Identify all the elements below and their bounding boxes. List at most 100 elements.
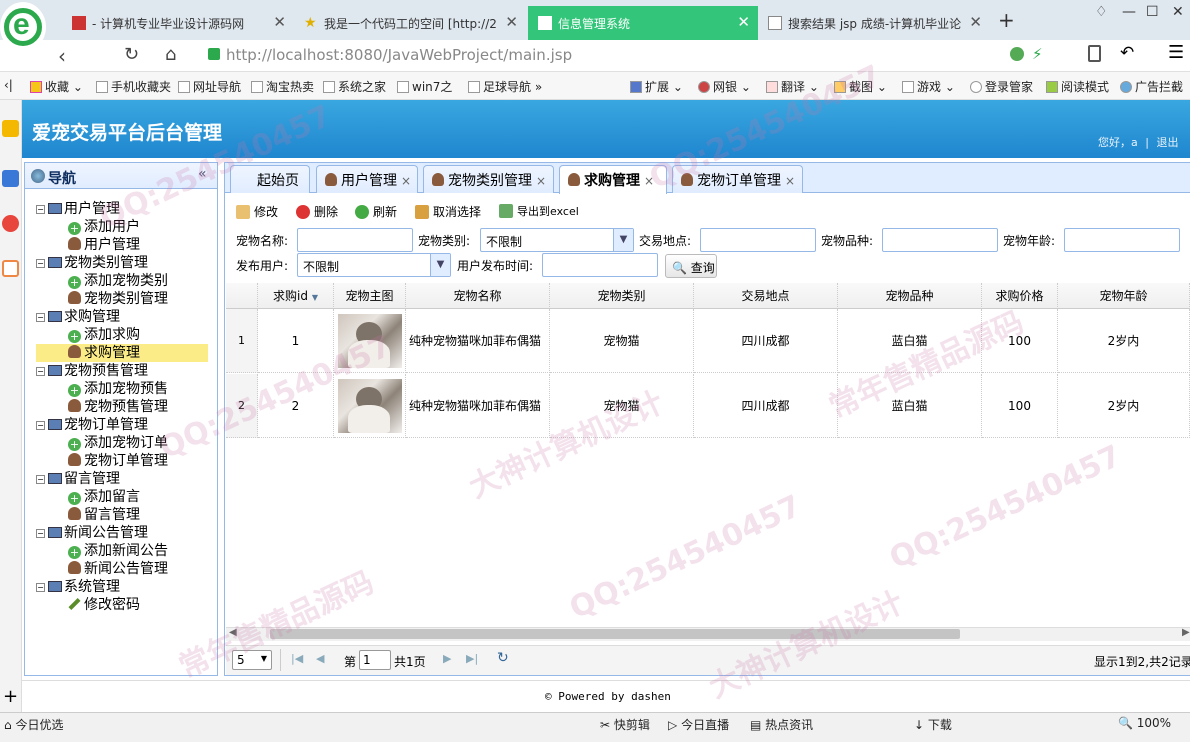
lightning-icon[interactable]: ⚡ [1032, 45, 1043, 63]
home-icon[interactable]: ⌂ [165, 44, 176, 65]
nav-item[interactable]: + 添加用户 [36, 218, 208, 236]
nav-item[interactable]: + 添加宠物预售 [36, 380, 208, 398]
tool-login-manager[interactable]: 登录管家 [970, 78, 1033, 95]
breed-input[interactable] [882, 228, 998, 252]
pet-name-input[interactable] [297, 228, 413, 252]
bookmark-taobao[interactable]: 淘宝热卖 [251, 78, 314, 95]
tool-bank[interactable]: 网银 ⌄ [698, 78, 751, 95]
new-tab-button[interactable]: + [998, 8, 1015, 32]
prev-page-icon[interactable]: ◀ [316, 652, 324, 665]
next-page-icon[interactable]: ▶ [443, 652, 451, 665]
bookmark-mobile[interactable]: 手机收藏夹 [96, 78, 171, 95]
tab-purchase-management[interactable]: 求购管理 × [559, 165, 667, 194]
status-today-picks[interactable]: ⌂ 今日优选 [4, 716, 63, 733]
browser-tab-active[interactable]: 信息管理系统 ✕ [528, 6, 758, 40]
nav-group[interactable]: − 宠物订单管理 [36, 416, 208, 434]
nav-item[interactable]: + 添加求购 [36, 326, 208, 344]
nav-item[interactable]: + 添加宠物订单 [36, 434, 208, 452]
tool-games[interactable]: 游戏 ⌄ [902, 78, 955, 95]
status-news[interactable]: ▤ 热点资讯 [750, 716, 813, 733]
tab-pet-order-management[interactable]: 宠物订单管理 × [672, 165, 803, 193]
nav-item[interactable]: + 添加新闻公告 [36, 542, 208, 560]
refresh-button[interactable]: 刷新 [355, 203, 397, 220]
nav-group[interactable]: − 系统管理 [36, 578, 208, 596]
status-download[interactable]: ↓ 下载 [914, 716, 952, 733]
nav-item[interactable]: 求购管理 [36, 344, 208, 362]
scroll-left-icon[interactable]: ◀ [229, 627, 237, 638]
tab-pet-class-management[interactable]: 宠物类别管理 × [423, 165, 554, 193]
browser-tab-4[interactable]: 搜索结果 jsp 成绩-计算机毕业论 ✕ [758, 6, 990, 40]
menu-icon[interactable]: ☰ [1168, 42, 1184, 63]
delete-button[interactable]: 删除 [296, 203, 338, 220]
column-header-class[interactable]: 宠物类别 [550, 283, 694, 309]
close-tab-icon[interactable]: ✕ [969, 13, 982, 31]
place-input[interactable] [700, 228, 816, 252]
extension-icon[interactable] [1010, 47, 1024, 61]
bookmark-favorites[interactable]: 收藏 ⌄ [30, 78, 83, 95]
logout-link[interactable]: 退出 [1156, 136, 1178, 149]
close-tab-icon[interactable]: × [536, 174, 546, 188]
user-select[interactable]: 不限制 ▼ [297, 253, 451, 277]
close-tab-icon[interactable]: ✕ [273, 13, 286, 31]
tool-screenshot[interactable]: 截图 ⌄ [834, 78, 887, 95]
nav-item[interactable]: 宠物预售管理 [36, 398, 208, 416]
close-window-button[interactable]: ✕ [1172, 4, 1184, 20]
bookmark-xitong[interactable]: 系统之家 [323, 78, 386, 95]
scrollbar-thumb[interactable] [270, 629, 960, 639]
pet-class-select[interactable]: 不限制 ▼ [480, 228, 634, 252]
status-zoom[interactable]: 🔍 100% [1118, 716, 1171, 730]
query-button[interactable]: 🔍 查询 [665, 254, 717, 278]
list-icon[interactable] [2, 170, 19, 187]
collapse-toggle-icon[interactable]: − [36, 259, 45, 268]
column-header-breed[interactable]: 宠物品种 [838, 283, 982, 309]
close-tab-icon[interactable]: × [644, 174, 654, 188]
tab-start-page[interactable]: 起始页 [230, 165, 310, 193]
tool-adblock[interactable]: 广告拦截 [1120, 78, 1183, 95]
nav-item[interactable]: + 添加留言 [36, 488, 208, 506]
bookmarks-left-arrow[interactable]: ‹| [4, 78, 13, 92]
tab-user-management[interactable]: 用户管理 × [316, 165, 418, 193]
collapse-toggle-icon[interactable]: − [36, 583, 45, 592]
url-field[interactable]: http://localhost:8080/JavaWebProject/mai… [226, 46, 572, 64]
back-icon[interactable]: ‹ [58, 44, 66, 68]
nav-item[interactable]: + 添加宠物类别 [36, 272, 208, 290]
nav-group[interactable]: − 宠物类别管理 [36, 254, 208, 272]
page-size-select[interactable]: 5 ▼ [232, 650, 272, 670]
tool-translate[interactable]: 翻译 ⌄ [766, 78, 819, 95]
shirt-icon[interactable]: ♢ [1095, 4, 1108, 20]
bookmark-win7[interactable]: win7之 [397, 78, 452, 95]
nav-group[interactable]: − 求购管理 [36, 308, 208, 326]
reload-page-icon[interactable]: ↻ [497, 650, 509, 666]
nav-group[interactable]: − 新闻公告管理 [36, 524, 208, 542]
nav-item[interactable]: 宠物订单管理 [36, 452, 208, 470]
collapse-toggle-icon[interactable]: − [36, 529, 45, 538]
nav-group[interactable]: − 留言管理 [36, 470, 208, 488]
nav-item[interactable]: 用户管理 [36, 236, 208, 254]
last-page-icon[interactable]: ▶| [466, 652, 478, 665]
browser-tab-2[interactable]: ★ 我是一个代码工的空间 [http://2 ✕ [294, 6, 526, 40]
status-live[interactable]: ▷ 今日直播 [668, 716, 729, 733]
bookmark-nav[interactable]: 网址导航 [178, 78, 241, 95]
edit-button[interactable]: 修改 [236, 203, 278, 220]
tool-extensions[interactable]: 扩展 ⌄ [630, 78, 683, 95]
column-header-age[interactable]: 宠物年龄 [1058, 283, 1190, 309]
collapse-toggle-icon[interactable]: − [36, 205, 45, 214]
nav-item[interactable]: 留言管理 [36, 506, 208, 524]
reload-icon[interactable]: ↻ [124, 44, 139, 65]
collapse-toggle-icon[interactable]: − [36, 475, 45, 484]
collapse-toggle-icon[interactable]: − [36, 313, 45, 322]
age-input[interactable] [1064, 228, 1180, 252]
close-tab-icon[interactable]: ✕ [505, 13, 518, 31]
page-number-input[interactable]: 1 [359, 650, 391, 670]
nav-group[interactable]: − 宠物预售管理 [36, 362, 208, 380]
minimize-button[interactable]: — [1122, 4, 1136, 20]
scroll-right-icon[interactable]: ▶ [1182, 627, 1190, 638]
column-header-place[interactable]: 交易地点 [694, 283, 838, 309]
close-tab-icon[interactable]: ✕ [737, 13, 750, 31]
nav-item[interactable]: 新闻公告管理 [36, 560, 208, 578]
collapse-nav-button[interactable]: « [198, 166, 207, 182]
phone-icon[interactable] [1088, 45, 1101, 62]
nav-group[interactable]: − 用户管理 [36, 200, 208, 218]
column-header-name[interactable]: 宠物名称 [406, 283, 550, 309]
first-page-icon[interactable]: |◀ [291, 652, 303, 665]
